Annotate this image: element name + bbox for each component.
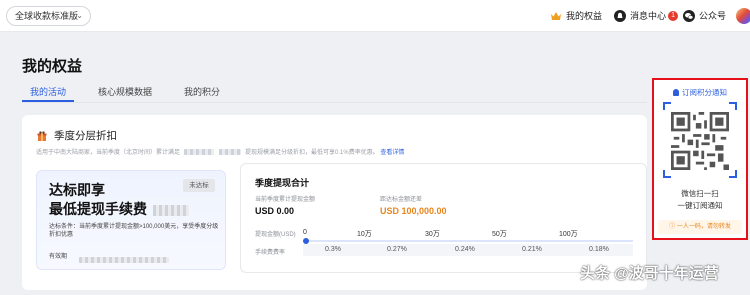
tab-my-points[interactable]: 我的积分: [176, 86, 228, 102]
qr-corner: [729, 102, 737, 110]
fee-rate: 0.24%: [455, 246, 475, 253]
qr-corner: [663, 102, 671, 110]
bell-icon: [673, 89, 679, 96]
redacted-text: [79, 256, 169, 263]
official-account-link[interactable]: 公众号: [683, 9, 726, 23]
version-select[interactable]: 全球收款标准版 ⌄: [6, 6, 91, 26]
tabs-divider: [22, 102, 647, 103]
subscribe-panel: 订阅积分通知 微信扫一扫 一键订阅通知 ⓘ 一人一码，请勿转发: [652, 78, 748, 240]
validity-value: [77, 251, 177, 263]
fee-rate: 0.21%: [522, 246, 542, 253]
tab-bar: 我的活动 核心规模数据 我的积分: [22, 86, 244, 102]
tick-label: 50万: [492, 231, 507, 238]
promo-box: 达标即享 最低提现手续费 未达标 达标条件：当前季度累计提现金额>100,000…: [36, 170, 226, 270]
activity-desc-mid: 提现规模满足分级折扣，最低可享0.1%费率优惠。: [245, 150, 379, 156]
qr-corner: [663, 170, 671, 178]
current-amount-label: 当前季度累计提现金额: [255, 197, 316, 203]
activity-description: 适用于中南大陆商家，当前季度（北京时间）累计满足 提现规模满足分级折扣，最低可享…: [36, 147, 404, 156]
promo-condition: 达标条件：当前季度累计提现金额>100,000美元，享受季度分级折扣优惠: [49, 224, 219, 238]
tab-my-activities[interactable]: 我的活动: [22, 86, 75, 102]
promo-line-2-text: 最低提现手续费: [49, 201, 147, 217]
activity-card: 季度分层折扣 适用于中南大陆商家，当前季度（北京时间）累计满足 提现规模满足分级…: [22, 115, 647, 290]
benefits-label: 我的权益: [566, 11, 603, 21]
warning-icon: ⓘ: [669, 224, 677, 230]
watermark: 头条 @波哥十年运营: [580, 265, 719, 282]
messages-label: 消息中心: [630, 11, 667, 21]
status-badge: 未达标: [183, 179, 215, 192]
top-bar: 全球收款标准版 ⌄ 我的权益 消息中心 1 公众号: [0, 0, 750, 32]
details-link[interactable]: 查看详情: [380, 150, 404, 156]
gap-amount-value: USD 100,000.00: [380, 206, 447, 216]
qr-code[interactable]: [671, 112, 729, 170]
fee-rate: 0.3%: [325, 246, 341, 253]
bell-icon: [614, 10, 626, 22]
activity-title: 季度分层折扣: [36, 128, 117, 143]
message-count-badge: 1: [668, 11, 679, 21]
subscribe-line-2: 一键订阅通知: [677, 201, 723, 210]
progress-track: [303, 240, 633, 242]
official-account-label: 公众号: [699, 11, 727, 21]
subscribe-hint-text: 一人一码，请勿转发: [676, 224, 731, 230]
withdraw-axis-label: 提现金额(USD): [255, 232, 296, 238]
gap-amount-label: 距达标金额还差: [380, 197, 423, 203]
message-center-link[interactable]: 消息中心 1: [614, 9, 679, 23]
qr-corner: [729, 170, 737, 178]
qr-code-frame: [663, 102, 737, 178]
fee-rate: 0.18%: [589, 246, 609, 253]
activity-title-text: 季度分层折扣: [54, 130, 117, 142]
benefits-link[interactable]: 我的权益: [550, 9, 602, 23]
gift-icon: [37, 130, 47, 141]
summary-title: 季度提现合计: [255, 178, 310, 188]
subscribe-line-1: 微信扫一扫: [681, 189, 719, 198]
redacted-text: [183, 149, 214, 156]
promo-line-2: 最低提现手续费: [49, 200, 219, 219]
summary-box: 季度提现合计 当前季度累计提现金额 USD 0.00 距达标金额还差 USD 1…: [240, 163, 647, 273]
crown-icon: [551, 12, 561, 20]
tick-label: 30万: [425, 231, 440, 238]
avatar[interactable]: [736, 8, 750, 24]
wechat-icon: [683, 10, 695, 22]
tick-label: 10万: [357, 231, 372, 238]
redacted-text: [219, 149, 242, 156]
chevron-down-icon: ⌄: [76, 11, 83, 20]
tab-core-data[interactable]: 核心规模数据: [90, 86, 160, 102]
activity-desc-start: 适用于中南大陆商家，当前季度（北京时间）累计满足: [36, 150, 181, 156]
tick-label: 0: [303, 229, 307, 236]
fee-rate-label: 手续费费率: [255, 250, 286, 256]
current-amount-value: USD 0.00: [255, 206, 295, 216]
validity-label: 有效期: [49, 254, 68, 260]
redacted-text: [152, 204, 189, 216]
fee-rate: 0.27%: [387, 246, 407, 253]
page-title: 我的权益: [22, 58, 83, 75]
subscribe-title-text: 订阅积分通知: [682, 88, 727, 97]
subscribe-title: 订阅积分通知: [654, 87, 746, 98]
tick-label: 100万: [559, 231, 578, 238]
subscribe-hint: ⓘ 一人一码，请勿转发: [658, 220, 742, 234]
version-select-label: 全球收款标准版: [15, 11, 79, 21]
